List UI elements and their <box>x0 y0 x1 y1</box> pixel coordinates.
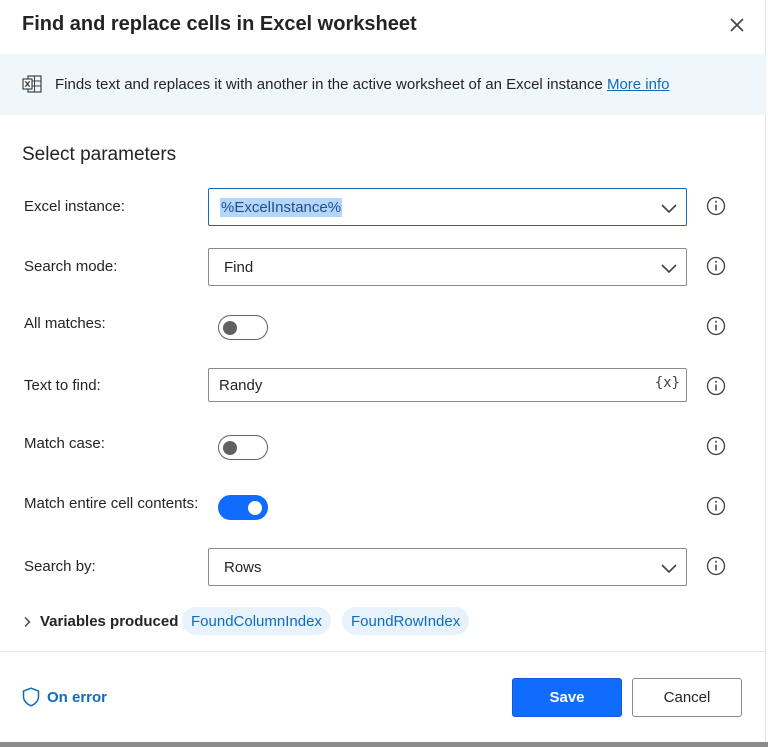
shield-icon <box>22 687 40 707</box>
variable-picker-button[interactable]: {x} <box>655 375 680 391</box>
toggle-knob <box>223 440 237 455</box>
excel-instance-value: %ExcelInstance% <box>220 198 343 217</box>
save-button[interactable]: Save <box>512 678 622 717</box>
info-icon[interactable] <box>706 376 726 396</box>
info-description: Finds text and replaces it with another … <box>55 76 670 93</box>
dialog-title: Find and replace cells in Excel workshee… <box>22 13 417 35</box>
variable-chip[interactable]: FoundRowIndex <box>342 607 470 635</box>
variables-produced-label: Variables produced <box>40 613 179 630</box>
close-icon[interactable] <box>724 12 750 38</box>
search-mode-dropdown[interactable]: Find <box>208 248 687 286</box>
info-icon[interactable] <box>706 436 726 456</box>
chevron-down-icon <box>661 201 677 214</box>
cancel-button[interactable]: Cancel <box>632 678 742 717</box>
toggle-knob <box>223 320 237 335</box>
info-description-text: Finds text and replaces it with another … <box>55 76 603 93</box>
toggle-knob <box>248 500 262 515</box>
match-entire-toggle[interactable] <box>218 495 268 520</box>
more-info-link[interactable]: More info <box>607 76 670 93</box>
all-matches-toggle[interactable] <box>218 315 268 340</box>
info-bar: Finds text and replaces it with another … <box>0 54 766 115</box>
on-error-label: On error <box>47 689 108 706</box>
footer-divider <box>0 651 766 652</box>
info-icon[interactable] <box>706 196 726 216</box>
chevron-down-icon <box>661 261 677 274</box>
bottom-strip <box>0 742 768 747</box>
search-by-value: Rows <box>224 559 262 576</box>
info-icon[interactable] <box>706 256 726 276</box>
info-icon[interactable] <box>706 556 726 576</box>
excel-icon <box>22 75 42 93</box>
section-title: Select parameters <box>22 144 177 165</box>
variable-chip[interactable]: FoundColumnIndex <box>182 607 331 635</box>
excel-instance-dropdown[interactable]: %ExcelInstance% <box>208 188 687 226</box>
match-case-label: Match case: <box>24 435 105 452</box>
chevron-down-icon <box>661 561 677 574</box>
all-matches-label: All matches: <box>24 315 106 332</box>
info-icon[interactable] <box>706 496 726 516</box>
chevron-right-icon <box>22 615 32 627</box>
dialog: Find and replace cells in Excel workshee… <box>0 0 766 742</box>
search-mode-value: Find <box>224 259 254 276</box>
match-case-toggle[interactable] <box>218 435 268 460</box>
search-by-label: Search by: <box>24 558 96 575</box>
text-to-find-label: Text to find: <box>24 377 101 394</box>
info-icon[interactable] <box>706 316 726 336</box>
match-entire-label: Match entire cell contents: <box>24 495 199 512</box>
text-to-find-value: Randy <box>219 377 263 394</box>
excel-instance-label: Excel instance: <box>24 198 125 215</box>
text-to-find-input[interactable]: Randy {x} <box>208 368 687 402</box>
search-by-dropdown[interactable]: Rows <box>208 548 687 586</box>
search-mode-label: Search mode: <box>24 258 118 275</box>
